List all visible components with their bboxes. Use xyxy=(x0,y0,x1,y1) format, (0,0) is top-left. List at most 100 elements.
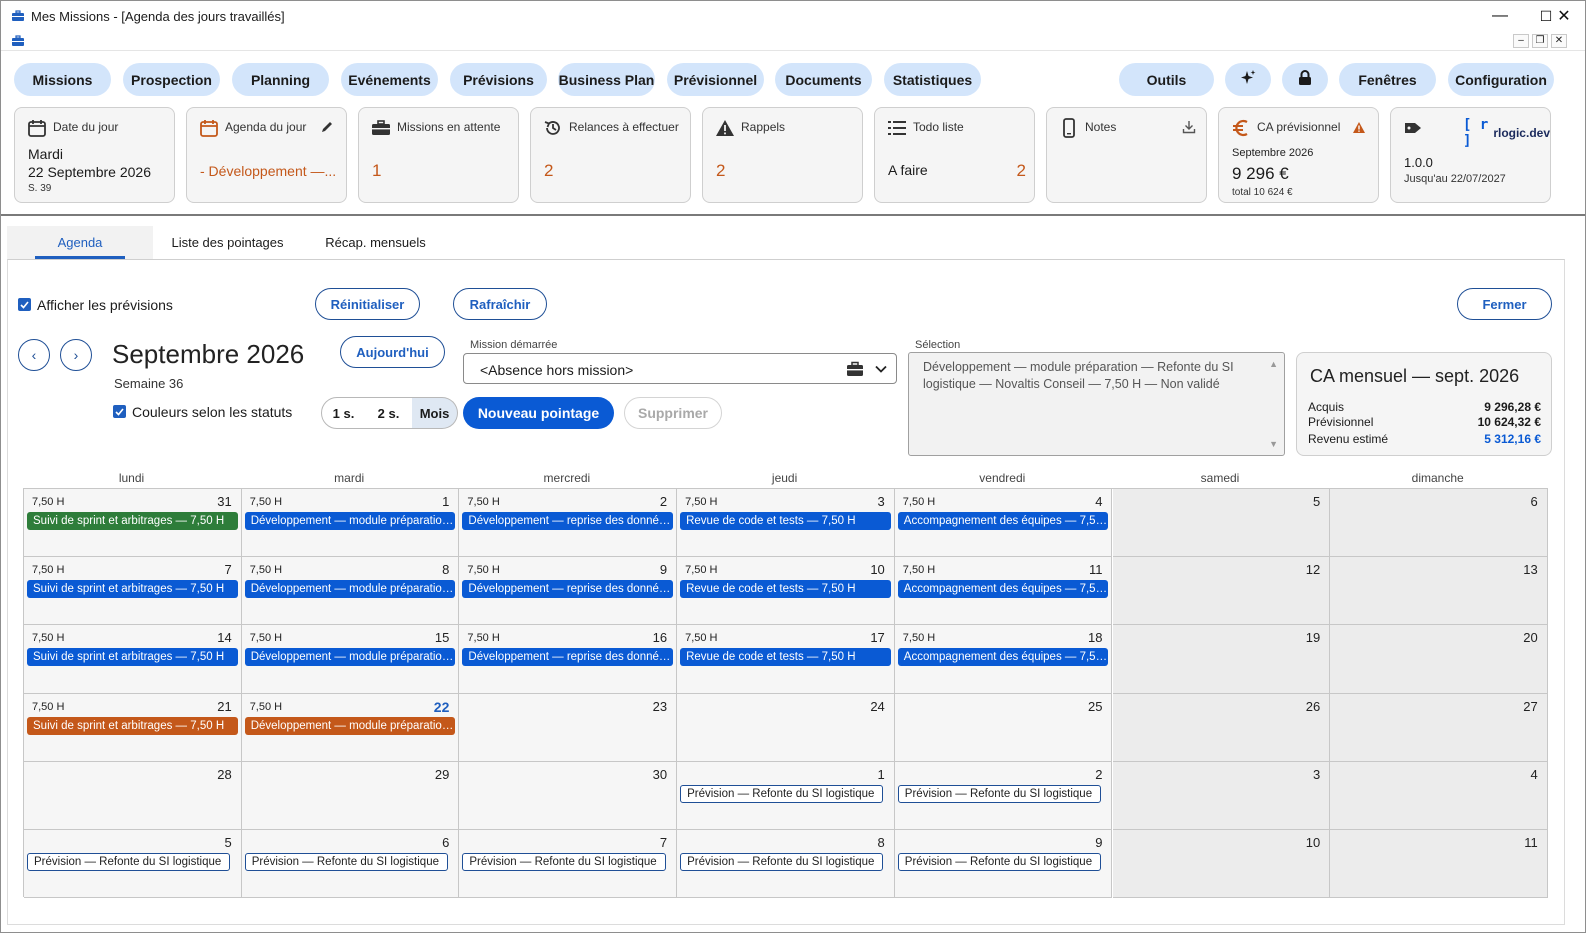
view-month-button[interactable]: Mois xyxy=(412,397,458,429)
card-todo-liste[interactable]: Todo liste A faire 2 xyxy=(874,107,1035,203)
day-cell[interactable]: 19 xyxy=(1112,625,1331,694)
day-cell[interactable]: 7,50 H 1 Développement — module préparatio… xyxy=(241,489,460,558)
day-cell[interactable]: 7,50 H 10 Revue de code et tests — 7,50 H xyxy=(677,557,895,626)
tab-liste-des-pointages[interactable]: Liste des pointages xyxy=(155,226,300,259)
forecast-entry[interactable]: Prévision — Refonte du SI logistique xyxy=(244,853,448,871)
day-cell[interactable]: 24 xyxy=(677,693,895,762)
nav-fenetres[interactable]: Fenêtres xyxy=(1339,63,1436,96)
card-relances[interactable]: Relances à effectuer 2 xyxy=(530,107,691,203)
mdi-minimize-button[interactable]: – xyxy=(1513,34,1529,48)
time-entry[interactable]: Suivi de sprint et arbitrages — 7,50 H xyxy=(27,580,238,599)
forecast-entry[interactable]: Prévision — Refonte du SI logistique xyxy=(462,853,666,871)
tab-agenda[interactable]: Agenda xyxy=(7,226,153,259)
day-cell[interactable]: 1 Prévision — Refonte du SI logistique xyxy=(677,761,895,830)
day-cell[interactable]: 23 xyxy=(459,693,678,762)
day-cell[interactable]: 7,50 H 11 Accompagnement des équipes — 7,5… xyxy=(894,557,1113,626)
day-cell[interactable]: 6 xyxy=(1330,489,1548,558)
nav-documents[interactable]: Documents xyxy=(775,63,872,96)
close-button[interactable]: ✕ xyxy=(1541,1,1585,31)
mission-select[interactable]: <Absence hors mission> xyxy=(463,353,897,384)
day-cell[interactable]: 13 xyxy=(1330,557,1548,626)
day-cell[interactable]: 20 xyxy=(1330,625,1548,694)
time-entry[interactable]: Développement — reprise des données — Re… xyxy=(462,648,674,667)
scroll-down-icon[interactable]: ▼ xyxy=(1269,439,1278,449)
card-date-du-jour[interactable]: Date du jour Mardi 22 Septembre 2026 S. … xyxy=(14,107,175,203)
time-entry[interactable]: Accompagnement des équipes — 7,50 H xyxy=(897,512,1109,530)
day-cell[interactable]: 7,50 H 16 Développement — reprise des donn… xyxy=(459,625,678,694)
time-entry[interactable]: Revue de code et tests — 7,50 H xyxy=(680,580,891,599)
card-missions-en-attente[interactable]: Missions en attente 1 xyxy=(358,107,519,203)
time-entry[interactable]: Accompagnement des équipes — 7,50 H xyxy=(897,648,1109,667)
show-forecasts-checkbox[interactable] xyxy=(18,298,31,311)
time-entry[interactable]: Suivi de sprint et arbitrages — 7,50 H xyxy=(27,512,238,530)
status-colors-checkbox[interactable] xyxy=(113,405,126,418)
day-cell[interactable]: 7,50 H 21 Suivi de sprint et arbitrages — … xyxy=(24,693,242,762)
day-cell[interactable]: 25 xyxy=(894,693,1113,762)
nav-previsionnel[interactable]: Prévisionnel xyxy=(667,63,764,96)
nav-business-plan[interactable]: Business Plan xyxy=(558,63,655,96)
time-entry[interactable]: Développement — module préparation — Ref… xyxy=(244,716,456,735)
day-cell[interactable]: 12 xyxy=(1112,557,1331,626)
day-cell[interactable]: 3 xyxy=(1112,761,1331,830)
nav-statistiques[interactable]: Statistiques xyxy=(884,63,981,96)
card-version[interactable]: [ r ] rlogic.dev 1.0.0 Jusqu'au 22/07/20… xyxy=(1390,107,1551,203)
forecast-entry[interactable]: Prévision — Refonte du SI logistique xyxy=(897,853,1102,871)
today-button[interactable]: Aujourd'hui xyxy=(340,336,445,368)
day-cell[interactable]: 28 xyxy=(24,761,242,830)
forecast-entry[interactable]: Prévision — Refonte du SI logistique xyxy=(897,784,1102,803)
mdi-close-button[interactable]: ✕ xyxy=(1551,34,1567,48)
day-cell[interactable]: 30 xyxy=(459,761,678,830)
previous-month-button[interactable]: ‹ xyxy=(18,339,50,371)
day-cell[interactable]: 9 Prévision — Refonte du SI logistique xyxy=(894,830,1113,899)
close-agenda-button[interactable]: Fermer xyxy=(1457,288,1552,320)
time-entry[interactable]: Développement — module préparation — Ref… xyxy=(244,512,456,530)
day-cell[interactable]: 7,50 H 14 Suivi de sprint et arbitrages — … xyxy=(24,625,242,694)
time-entry[interactable]: Revue de code et tests — 7,50 H xyxy=(680,512,891,530)
new-entry-button[interactable]: Nouveau pointage xyxy=(463,397,614,429)
nav-previsions[interactable]: Prévisions xyxy=(450,63,547,96)
day-cell[interactable]: 6 Prévision — Refonte du SI logistique xyxy=(241,830,460,899)
nav-configuration[interactable]: Configuration xyxy=(1448,63,1554,96)
sparkle-button[interactable] xyxy=(1225,63,1271,96)
next-month-button[interactable]: › xyxy=(60,339,92,371)
refresh-button[interactable]: Rafraîchir xyxy=(453,288,547,320)
day-cell[interactable]: 7,50 H 8 Développement — module préparatio… xyxy=(241,557,460,626)
day-cell[interactable]: 7,50 H 22 Développement — module préparati… xyxy=(241,693,460,762)
tab-recap-mensuels[interactable]: Récap. mensuels xyxy=(302,226,449,259)
scroll-up-icon[interactable]: ▲ xyxy=(1269,359,1278,369)
delete-button[interactable]: Supprimer xyxy=(624,397,722,429)
day-cell[interactable]: 7,50 H 2 Développement — reprise des donné… xyxy=(459,489,678,558)
nav-outils[interactable]: Outils xyxy=(1119,63,1214,96)
card-ca-previsionnel[interactable]: CA prévisionnel Septembre 2026 9 296 € t… xyxy=(1218,107,1379,203)
time-entry[interactable]: Revue de code et tests — 7,50 H xyxy=(680,648,891,667)
time-entry[interactable]: Suivi de sprint et arbitrages — 7,50 H xyxy=(27,648,238,667)
day-cell[interactable]: 5 Prévision — Refonte du SI logistique xyxy=(24,830,242,899)
selection-textarea[interactable]: Développement — module préparation — Ref… xyxy=(908,352,1285,456)
day-cell[interactable]: 7,50 H 3 Revue de code et tests — 7,50 H xyxy=(677,489,895,558)
day-cell[interactable]: 7,50 H 7 Suivi de sprint et arbitrages — 7… xyxy=(24,557,242,626)
day-cell[interactable]: 8 Prévision — Refonte du SI logistique xyxy=(677,830,895,899)
lock-button[interactable] xyxy=(1282,63,1328,96)
time-entry[interactable]: Accompagnement des équipes — 7,50 H xyxy=(897,580,1109,599)
forecast-entry[interactable]: Prévision — Refonte du SI logistique xyxy=(680,853,884,871)
nav-missions[interactable]: Missions xyxy=(14,63,111,96)
day-cell[interactable]: 5 xyxy=(1112,489,1331,558)
day-cell[interactable]: 7,50 H 4 Accompagnement des équipes — 7,50… xyxy=(894,489,1113,558)
mdi-restore-button[interactable]: ❐ xyxy=(1532,34,1548,48)
download-icon[interactable] xyxy=(1182,120,1196,139)
day-cell[interactable]: 7,50 H 18 Accompagnement des équipes — 7,5… xyxy=(894,625,1113,694)
day-cell[interactable]: 4 xyxy=(1330,761,1548,830)
view-2-weeks-button[interactable]: 2 s. xyxy=(365,397,413,429)
day-cell[interactable]: 7 Prévision — Refonte du SI logistique xyxy=(459,830,678,899)
time-entry[interactable]: Développement — reprise des données — Re… xyxy=(462,512,674,530)
day-cell[interactable]: 29 xyxy=(241,761,460,830)
nav-planning[interactable]: Planning xyxy=(232,63,329,96)
day-cell[interactable]: 7,50 H 31 Suivi de sprint et arbitrages — … xyxy=(24,489,242,558)
card-notes[interactable]: Notes xyxy=(1046,107,1207,203)
time-entry[interactable]: Développement — module préparation — Ref… xyxy=(244,580,456,599)
minimize-button[interactable]: — xyxy=(1477,1,1523,31)
view-1-week-button[interactable]: 1 s. xyxy=(321,397,366,429)
day-cell[interactable]: 7,50 H 9 Développement — reprise des donné… xyxy=(459,557,678,626)
time-entry[interactable]: Suivi de sprint et arbitrages — 7,50 H xyxy=(27,716,238,735)
reset-button[interactable]: Réinitialiser xyxy=(315,288,420,320)
